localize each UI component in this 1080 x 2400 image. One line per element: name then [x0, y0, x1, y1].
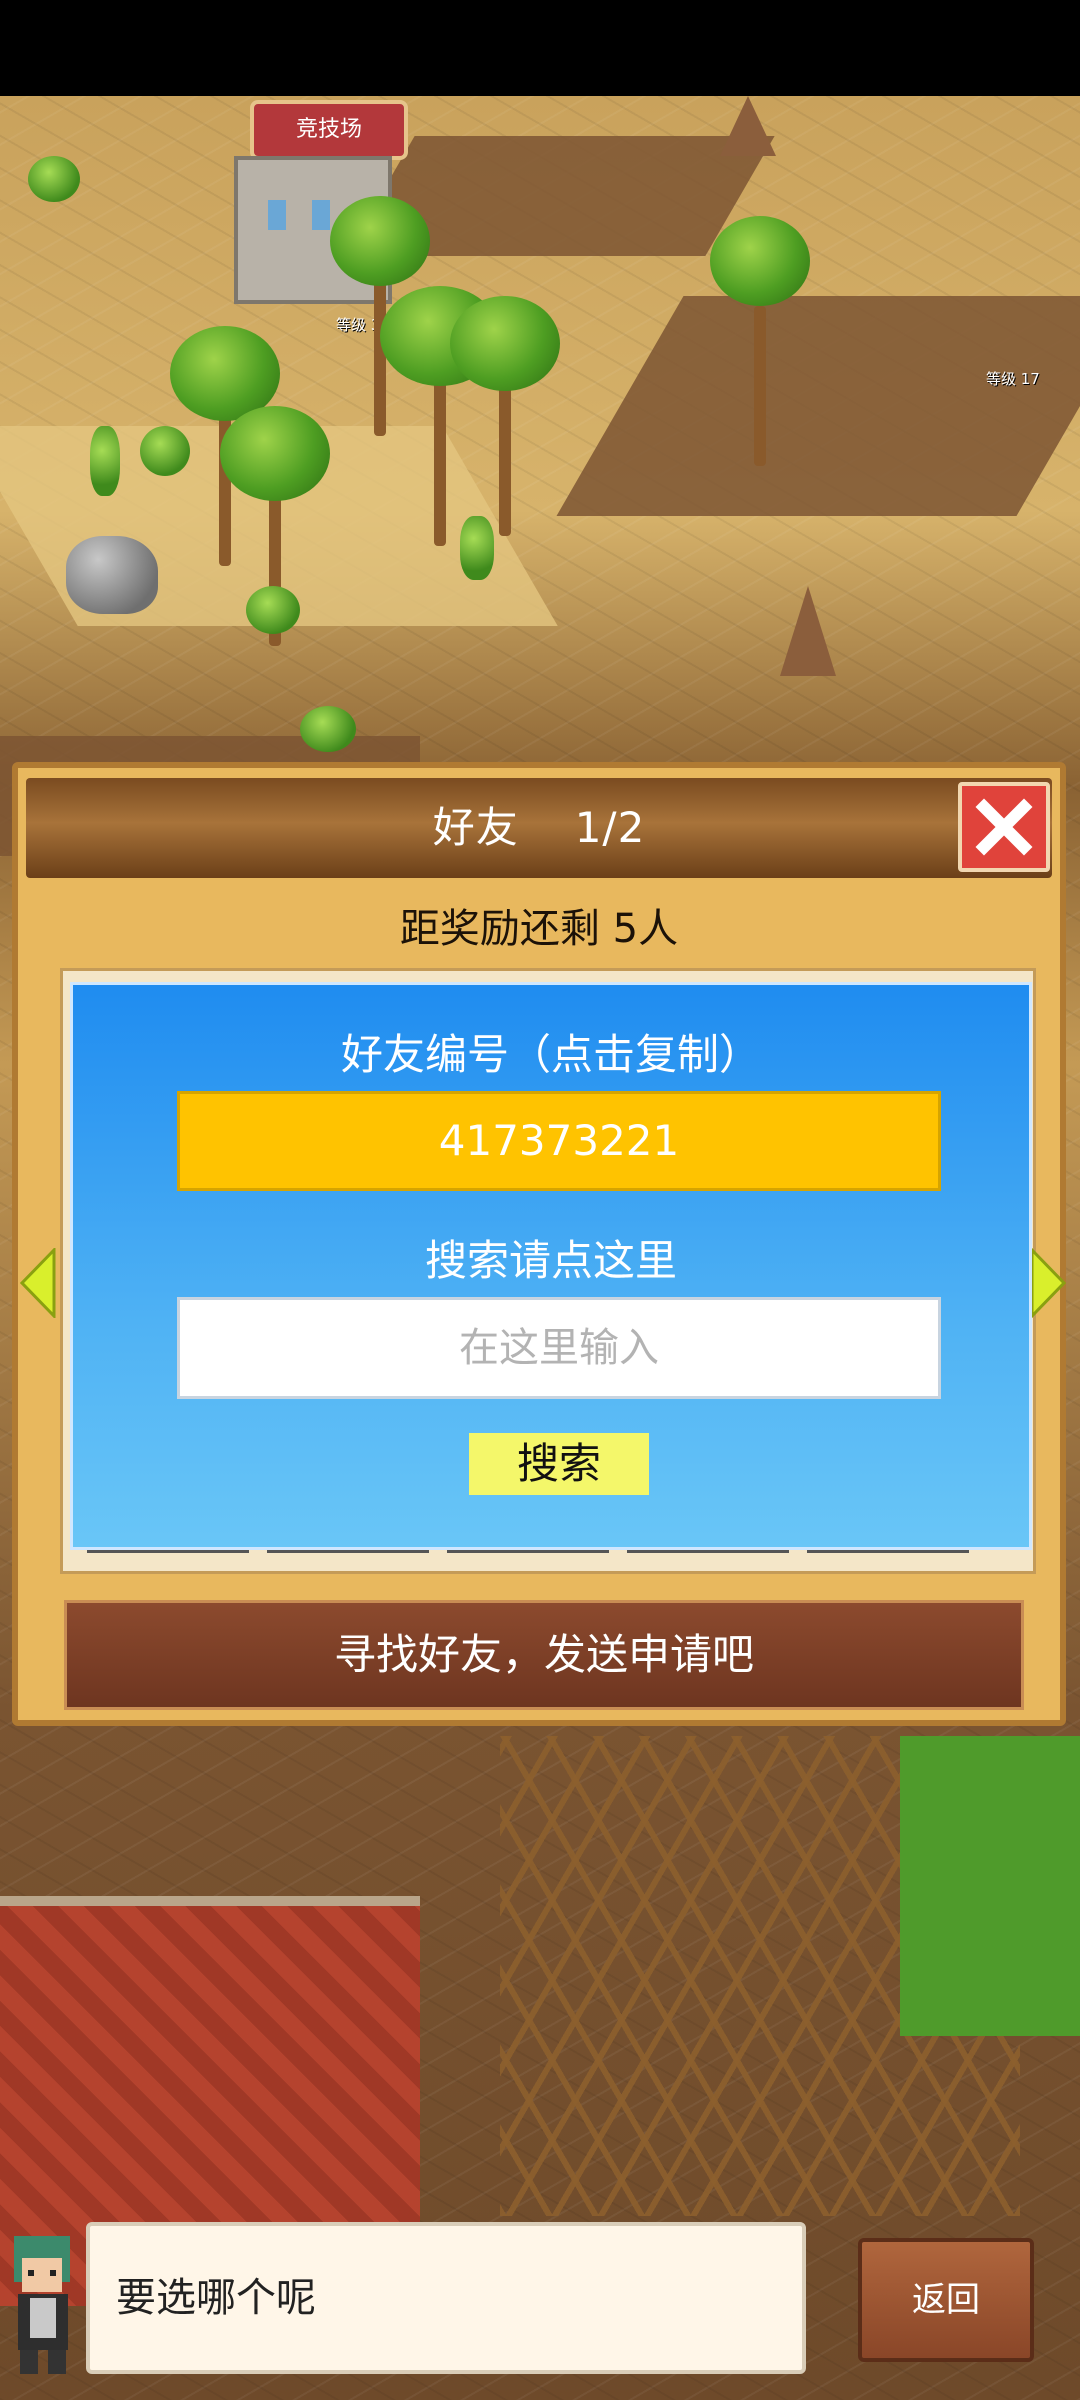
grass-field [900, 1736, 1080, 2036]
bush [28, 156, 80, 202]
palm-tree [710, 216, 810, 466]
dialog-title-text: 好友 [432, 803, 519, 852]
npc-avatar [14, 2236, 70, 2374]
back-button[interactable]: 返回 [858, 2238, 1034, 2362]
arrow-left-icon[interactable] [20, 1248, 56, 1318]
message-bubble: 要选哪个呢 [86, 2222, 806, 2374]
close-icon [975, 798, 1033, 856]
rock-spire [720, 96, 776, 156]
reward-progress-text: 距奖励还剩 5人 [399, 906, 679, 952]
friend-id-box[interactable]: 417373221 [177, 1091, 941, 1191]
arrow-right-icon[interactable] [1030, 1248, 1066, 1318]
search-button[interactable]: 搜索 [469, 1433, 649, 1495]
bush [140, 426, 190, 476]
dialog-title: 好友 1/2 [26, 778, 1052, 878]
rock-spire [780, 586, 836, 676]
find-friends-button[interactable]: 寻找好友，发送申请吧 [64, 1600, 1024, 1710]
page-indicator: 1/2 [574, 803, 646, 852]
search-input[interactable] [177, 1297, 941, 1399]
cactus [90, 426, 120, 496]
status-bar [0, 0, 1080, 96]
palm-tree [450, 296, 560, 536]
cactus [460, 516, 494, 580]
rock [66, 536, 158, 614]
dialog-header: 好友 1/2 [26, 778, 1052, 878]
tower-window [312, 200, 330, 230]
tower-window [268, 200, 286, 230]
arena-sign[interactable]: 竞技场 [250, 100, 408, 160]
level-tag: 等级 17 [986, 370, 1040, 388]
bush [246, 586, 300, 634]
friend-id-label: 好友编号（点击复制） [340, 1030, 761, 1079]
bush [300, 706, 356, 752]
search-label: 搜索请点这里 [424, 1236, 677, 1285]
friend-id-panel: 好友编号（点击复制） 417373221 搜索请点这里 搜索 [70, 982, 1032, 1550]
close-button[interactable] [958, 782, 1050, 872]
friends-dialog: 好友 1/2 距奖励还剩 5人 好友编号（点击复制） 417373221 搜索请点… [12, 762, 1066, 1726]
